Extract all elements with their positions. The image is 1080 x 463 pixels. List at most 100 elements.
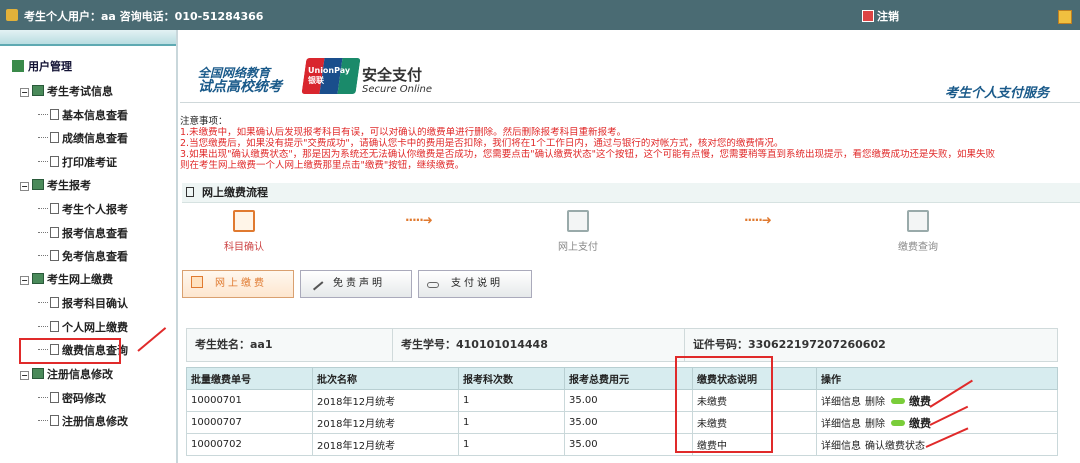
user-manage-icon bbox=[12, 60, 24, 72]
cell-order-no: 10000707 bbox=[186, 411, 313, 434]
step-online-pay: 网上支付 bbox=[548, 210, 608, 253]
folder-icon bbox=[32, 273, 44, 285]
cell-order-no: 10000702 bbox=[186, 433, 313, 456]
sidebar-tree: − 考生考试信息 基本信息查看 成绩信息查看 打印准考证 − 考生报考 考生个人报考… bbox=[19, 80, 175, 433]
delete-link[interactable]: 删除 bbox=[865, 397, 885, 408]
folder-icon[interactable] bbox=[1058, 10, 1072, 24]
notice-heading: 注意事项： bbox=[180, 116, 228, 127]
step-payment-query: 缴费查询 bbox=[888, 210, 948, 253]
pay-link[interactable]: 缴费 bbox=[909, 417, 931, 430]
notice-line: 3.如果出现"确认缴费状态"，那是因为系统还无法确认你缴费是否成功，您需要点击"… bbox=[180, 149, 996, 160]
divider bbox=[180, 102, 1080, 103]
page-icon bbox=[50, 249, 59, 261]
column-header: 报考科次数 bbox=[458, 367, 565, 390]
cell-count: 1 bbox=[458, 389, 565, 412]
sidebar-item-edit-registration[interactable]: 注册信息修改 bbox=[20, 410, 175, 433]
tree-group-label: 考生网上缴费 bbox=[47, 273, 113, 287]
collapse-icon[interactable]: − bbox=[20, 88, 29, 97]
sidebar-item-label: 成绩信息查看 bbox=[62, 132, 128, 146]
banner: 全国网络教育 试点高校统考 UnionPay 银联 安全支付 Secure On… bbox=[180, 30, 1080, 105]
pay-icon bbox=[191, 276, 203, 288]
cell-fee: 35.00 bbox=[564, 433, 693, 456]
sidebar-item-personal-register[interactable]: 考生个人报考 bbox=[20, 198, 175, 221]
sidebar-item-label: 免考信息查看 bbox=[62, 249, 128, 263]
page-icon bbox=[50, 297, 59, 309]
sidebar-item-personal-payment[interactable]: 个人网上缴费 bbox=[20, 316, 175, 339]
cell-count: 1 bbox=[458, 433, 565, 456]
page-icon bbox=[50, 344, 59, 356]
cell-count: 1 bbox=[458, 411, 565, 434]
sidebar-item-label: 打印准考证 bbox=[62, 155, 117, 169]
status-annotation-box bbox=[675, 356, 773, 453]
user-icon bbox=[6, 9, 18, 21]
folder-icon bbox=[32, 85, 44, 96]
column-header: 批量缴费单号 bbox=[186, 367, 313, 390]
arrow-right-icon bbox=[891, 419, 905, 426]
disclaimer-label: 免责声明 bbox=[333, 278, 385, 289]
tree-group-online-payment[interactable]: − 考生网上缴费 bbox=[20, 268, 175, 292]
step-label: 缴费查询 bbox=[898, 242, 938, 253]
step-label: 科目确认 bbox=[224, 242, 264, 253]
sidebar-item-label: 考生个人报考 bbox=[62, 203, 128, 217]
payment-info-label: 支付说明 bbox=[451, 278, 503, 289]
table-row: 10000707 2018年12月统考 1 35.00 未缴费 详细信息 删除 缴费 bbox=[186, 411, 1058, 434]
folder-icon bbox=[32, 179, 44, 191]
page-icon bbox=[50, 391, 59, 403]
collapse-icon[interactable]: − bbox=[20, 182, 29, 192]
top-bar: 考生个人用户：aa 咨询电话：010-51284366 注销 bbox=[0, 0, 1080, 30]
sidebar-item-basic-info[interactable]: 基本信息查看 bbox=[20, 104, 175, 127]
page-icon bbox=[50, 320, 59, 332]
banner-title-line1: 全国网络教育 bbox=[198, 66, 271, 80]
tree-group-registration[interactable]: − 考生报考 bbox=[20, 174, 175, 198]
sidebar-item-confirm-subjects[interactable]: 报考科目确认 bbox=[20, 292, 175, 315]
sidebar-item-scores[interactable]: 成绩信息查看 bbox=[20, 127, 175, 150]
cell-batch: 2018年12月统考 bbox=[312, 411, 459, 434]
sidebar-item-print-admission[interactable]: 打印准考证 bbox=[20, 151, 175, 174]
sidebar-item-payment-query[interactable]: 缴费信息查询 bbox=[19, 338, 128, 364]
online-pay-icon bbox=[567, 210, 589, 232]
banner-title-line2: 试点高校统考 bbox=[198, 79, 282, 95]
sidebar-item-register-info[interactable]: 报考信息查看 bbox=[20, 222, 175, 245]
tree-group-exam-info[interactable]: − 考生考试信息 bbox=[20, 80, 175, 104]
collapse-icon[interactable]: − bbox=[20, 276, 29, 286]
page-icon bbox=[50, 203, 59, 215]
online-pay-label: 网上缴费 bbox=[215, 278, 267, 289]
details-link[interactable]: 详细信息 bbox=[821, 419, 861, 430]
payment-flow-title: 网上缴费流程 bbox=[202, 186, 268, 199]
student-id: 考生学号：410101014448 bbox=[393, 329, 685, 361]
folder-icon bbox=[32, 367, 44, 379]
cell-actions: 详细信息 确认缴费状态 bbox=[816, 433, 1058, 456]
secure-pay-label: 安全支付 bbox=[362, 66, 423, 84]
payment-info-button[interactable]: 支付说明 bbox=[418, 270, 532, 298]
cell-fee: 35.00 bbox=[564, 411, 693, 434]
online-pay-button[interactable]: 网上缴费 bbox=[182, 270, 294, 298]
details-link[interactable]: 详细信息 bbox=[821, 397, 861, 408]
step-label: 网上支付 bbox=[558, 242, 598, 253]
disclaimer-button[interactable]: 免责声明 bbox=[300, 270, 412, 298]
pay-link[interactable]: 缴费 bbox=[909, 395, 931, 408]
table-header-row: 批量缴费单号 批次名称 报考科次数 报考总费用元 缴费状态说明 操作 bbox=[186, 367, 1058, 390]
logout-link[interactable]: 注销 bbox=[862, 8, 899, 24]
column-header: 操作 bbox=[816, 367, 1058, 390]
sidebar-item-label: 报考科目确认 bbox=[62, 297, 128, 311]
confirm-payment-status-link[interactable]: 确认缴费状态 bbox=[865, 441, 925, 452]
tree-group-label: 注册信息修改 bbox=[47, 367, 113, 381]
page-icon bbox=[50, 155, 59, 167]
delete-link[interactable]: 删除 bbox=[865, 419, 885, 430]
step-confirm-subjects: 科目确认 bbox=[214, 210, 274, 253]
banner-title: 全国网络教育 试点高校统考 bbox=[198, 66, 282, 94]
sidebar-item-label: 注册信息修改 bbox=[62, 414, 128, 428]
payment-table: 批量缴费单号 批次名称 报考科次数 报考总费用元 缴费状态说明 操作 10000… bbox=[186, 367, 1058, 456]
collapse-icon[interactable]: − bbox=[20, 370, 29, 380]
sidebar-item-label: 缴费信息查询 bbox=[62, 344, 128, 358]
sidebar-header-label: 用户管理 bbox=[28, 60, 72, 73]
sidebar-item-change-password[interactable]: 密码修改 bbox=[20, 387, 175, 410]
confirm-icon bbox=[233, 210, 255, 232]
details-link[interactable]: 详细信息 bbox=[821, 441, 861, 452]
tree-group-edit-info[interactable]: − 注册信息修改 bbox=[20, 363, 175, 387]
cell-batch: 2018年12月统考 bbox=[312, 433, 459, 456]
search-document-icon bbox=[907, 210, 929, 232]
tree-group-label: 考生报考 bbox=[47, 179, 91, 193]
cell-order-no: 10000701 bbox=[186, 389, 313, 412]
sidebar-item-exempt-info[interactable]: 免考信息查看 bbox=[20, 245, 175, 268]
